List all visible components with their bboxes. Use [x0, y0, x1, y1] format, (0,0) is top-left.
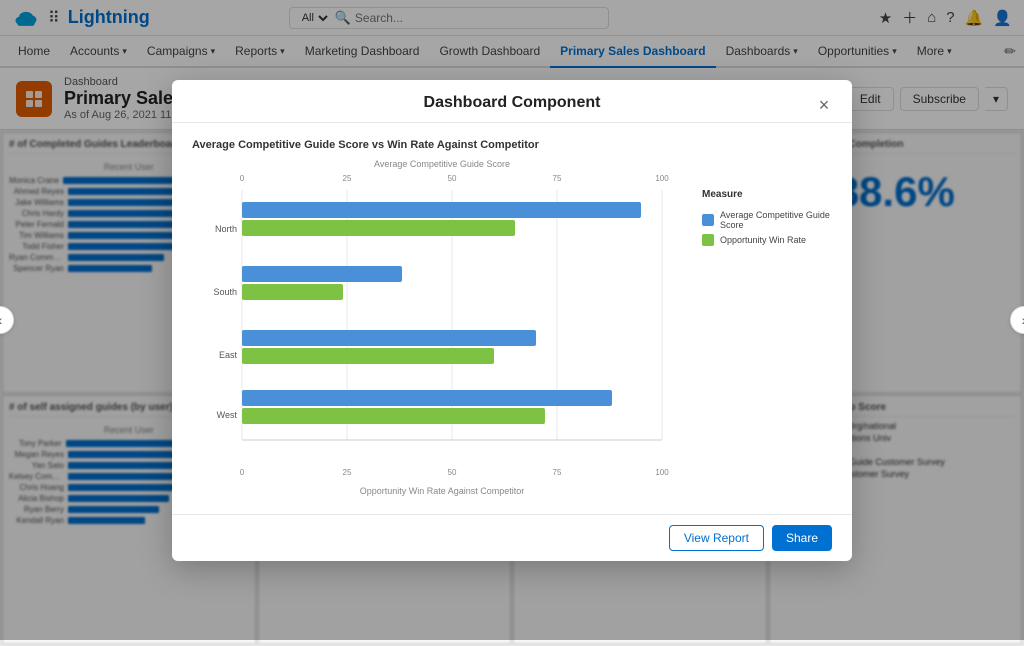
legend-label-green: Opportunity Win Rate — [720, 235, 806, 245]
svg-text:0: 0 — [240, 468, 245, 477]
modal-header: Dashboard Component × — [172, 80, 852, 123]
modal-backdrop: ‹ Dashboard Component × Average Competit… — [0, 0, 1024, 640]
chart-prev-button[interactable]: ‹ — [0, 306, 14, 334]
legend-item-blue: Average Competitive Guide Score — [702, 210, 832, 230]
svg-text:West: West — [217, 410, 238, 420]
svg-text:East: East — [219, 350, 238, 360]
svg-text:North: North — [215, 224, 237, 234]
svg-text:75: 75 — [553, 468, 562, 477]
chart-title: Average Competitive Guide Score vs Win R… — [192, 139, 832, 151]
modal-close-button[interactable]: × — [810, 92, 838, 120]
modal-title: Dashboard Component — [192, 94, 832, 112]
svg-text:25: 25 — [343, 468, 352, 477]
chart-bars-svg: North South East West — [192, 190, 692, 460]
svg-text:100: 100 — [655, 468, 669, 477]
modal-body: Average Competitive Guide Score vs Win R… — [172, 123, 852, 514]
svg-text:25: 25 — [343, 174, 352, 183]
legend-color-blue — [702, 214, 714, 226]
share-button[interactable]: Share — [772, 525, 832, 551]
chart-x-axis-bottom-label: Opportunity Win Rate Against Competitor — [192, 486, 692, 496]
chart-x-ticks-top: 0 25 50 75 100 — [192, 171, 692, 185]
chart-x-axis-top-label: Average Competitive Guide Score — [192, 159, 692, 169]
svg-text:50: 50 — [448, 468, 457, 477]
chart-legend: Measure Average Competitive Guide Score … — [702, 159, 832, 498]
svg-text:100: 100 — [655, 174, 669, 183]
legend-color-green — [702, 234, 714, 246]
svg-text:South: South — [213, 287, 237, 297]
modal-footer: View Report Share — [172, 514, 852, 561]
chart-x-ticks-bottom: 0 25 50 75 100 — [192, 465, 692, 479]
legend-label-blue: Average Competitive Guide Score — [720, 210, 832, 230]
dashboard-component-modal: Dashboard Component × Average Competitiv… — [172, 80, 852, 561]
chart-area: Average Competitive Guide Score 0 25 50 … — [192, 159, 832, 498]
svg-text:75: 75 — [553, 174, 562, 183]
legend-title: Measure — [702, 189, 832, 200]
svg-text:0: 0 — [240, 174, 245, 183]
legend-item-green: Opportunity Win Rate — [702, 234, 832, 246]
chart-next-button[interactable]: › — [1010, 306, 1024, 334]
svg-text:50: 50 — [448, 174, 457, 183]
chart-main: Average Competitive Guide Score 0 25 50 … — [192, 159, 692, 498]
view-report-button[interactable]: View Report — [669, 525, 764, 551]
